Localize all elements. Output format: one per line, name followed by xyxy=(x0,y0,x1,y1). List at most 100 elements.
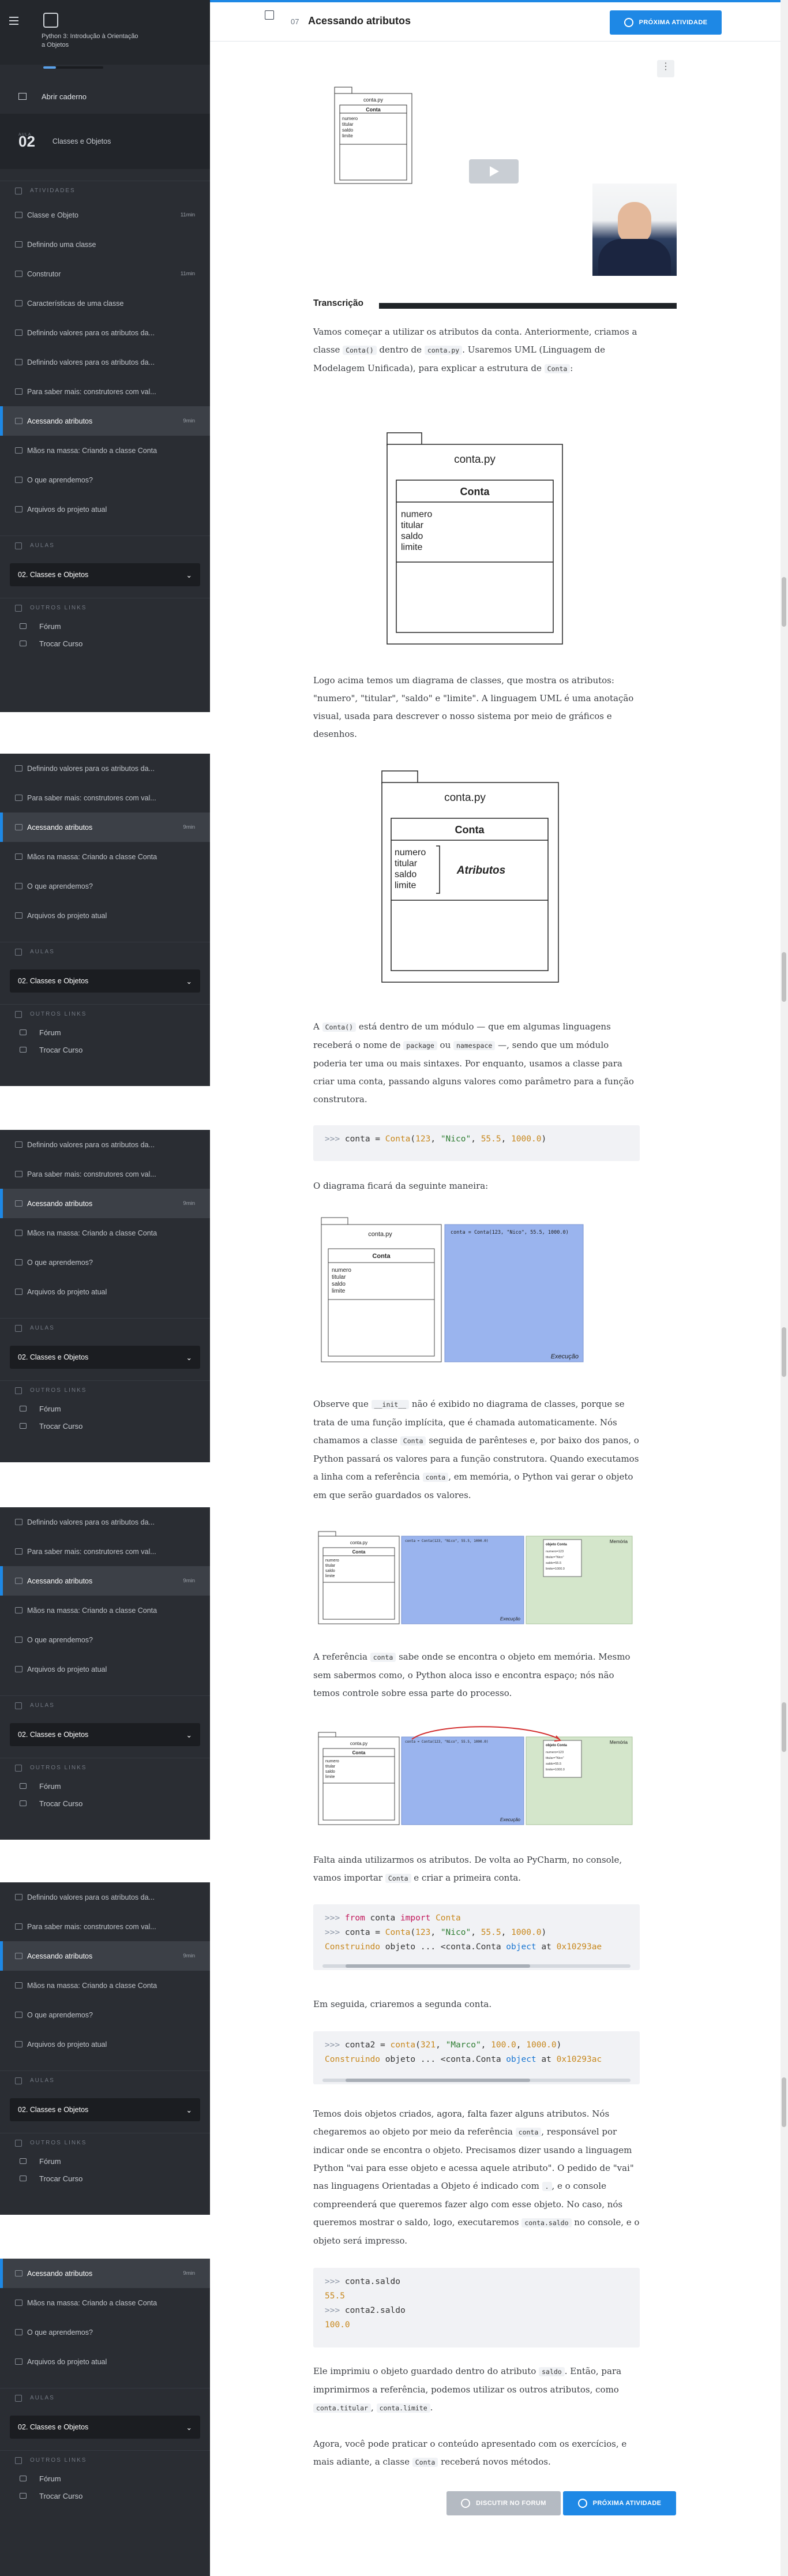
sidebar-item[interactable]: Construtor 11min xyxy=(0,259,210,289)
sidebar-item[interactable]: Para saber mais: construtores com val... xyxy=(0,1912,210,1941)
switch-course-link[interactable]: Trocar Curso xyxy=(0,2487,210,2504)
sidebar-item-active[interactable]: Acessando atributos 9min xyxy=(0,1566,210,1596)
scrollbar-thumb[interactable] xyxy=(782,1702,786,1752)
menu-icon[interactable] xyxy=(9,17,18,25)
sidebar-item[interactable]: Arquivos do projeto atual xyxy=(0,2030,210,2059)
sidebar-panel: Definindo valores para os atributos da..… xyxy=(0,754,210,1086)
chapter-select[interactable]: 02. Classes e Objetos ⌄ xyxy=(10,1346,200,1369)
chapter-select[interactable]: 02. Classes e Objetos ⌄ xyxy=(10,2098,200,2121)
forum-icon xyxy=(20,2476,27,2481)
chevron-down-icon: ⌄ xyxy=(186,2423,192,2432)
sidebar-item[interactable]: Definindo valores para os atributos da..… xyxy=(0,754,210,783)
sidebar-item[interactable]: Definindo valores para os atributos da..… xyxy=(0,347,210,377)
svg-text:conta.py: conta.py xyxy=(454,454,496,466)
sidebar-item[interactable]: Mãos na massa: Criando a classe Conta xyxy=(0,1218,210,1248)
sidebar-item-active[interactable]: Acessando atributos 9min xyxy=(0,1189,210,1218)
forum-link[interactable]: Fórum xyxy=(0,1777,210,1795)
sidebar-item[interactable]: Características de uma classe xyxy=(0,289,210,318)
forum-link[interactable]: Fórum xyxy=(0,2470,210,2487)
sidebar-item[interactable]: O que aprendemos? xyxy=(0,2000,210,2030)
play-button[interactable] xyxy=(469,159,519,184)
switch-course-link[interactable]: Trocar Curso xyxy=(0,2170,210,2187)
sidebar-item[interactable]: Arquivos do projeto atual xyxy=(0,495,210,524)
options-icon[interactable]: ⋮ xyxy=(657,60,674,77)
sidebar-item-active[interactable]: Acessando atributos 9min xyxy=(0,1941,210,1971)
sidebar-item[interactable]: O que aprendemos? xyxy=(0,871,210,901)
sidebar-item[interactable]: Para saber mais: construtores com val... xyxy=(0,1159,210,1189)
video-icon xyxy=(15,212,22,218)
next-activity-button-bottom[interactable]: PRÓXIMA ATIVIDADE xyxy=(563,2491,676,2515)
forum-link[interactable]: Fórum xyxy=(0,1400,210,1417)
sidebar-item-active[interactable]: Acessando atributos 9min xyxy=(0,406,210,436)
sidebar-item[interactable]: Arquivos do projeto atual xyxy=(0,1277,210,1306)
heading-rule xyxy=(379,303,677,309)
horizontal-scrollbar[interactable] xyxy=(322,2079,631,2082)
chapter-select[interactable]: 02. Classes e Objetos ⌄ xyxy=(10,969,200,993)
execution-diagram: conta.py Conta numero titular saldo limi… xyxy=(321,1217,584,1362)
transcript-paragraph: O diagrama ficará da seguinte maneira: xyxy=(313,1181,489,1191)
sidebar-item[interactable]: Definindo valores para os atributos da..… xyxy=(0,1130,210,1159)
sidebar-item[interactable]: Para saber mais: construtores com val... xyxy=(0,1537,210,1566)
sidebar-item[interactable]: Arquivos do projeto atual xyxy=(0,901,210,930)
sidebar-item[interactable]: Para saber mais: construtores com val... xyxy=(0,783,210,813)
scrollbar-thumb[interactable] xyxy=(782,952,786,1002)
scrollbar-thumb[interactable] xyxy=(782,1327,786,1377)
svg-text:numero: numero xyxy=(332,1267,351,1274)
sidebar-item-active[interactable]: Acessando atributos 9min xyxy=(0,813,210,842)
sidebar-item[interactable]: Mãos na massa: Criando a classe Conta xyxy=(0,1971,210,2000)
svg-text:titular: titular xyxy=(401,521,424,530)
sidebar-item[interactable]: Mãos na massa: Criando a classe Conta xyxy=(0,436,210,465)
discuss-forum-button[interactable]: DISCUTIR NO FORUM xyxy=(446,2491,561,2515)
svg-text:numero=123: numero=123 xyxy=(546,1550,564,1553)
scrollbar-thumb[interactable] xyxy=(782,2077,786,2127)
svg-text:Execução: Execução xyxy=(500,1817,521,1822)
transcript-paragraph: Observe que __init__ não é exibido no di… xyxy=(313,1399,639,1500)
sidebar-item[interactable]: Mãos na massa: Criando a classe Conta xyxy=(0,1596,210,1625)
sidebar-item[interactable]: O que aprendemos? xyxy=(0,465,210,495)
page-scrollbar[interactable] xyxy=(781,0,788,2576)
uml-attributes-diagram: conta.py Conta numero titular saldo limi… xyxy=(381,770,559,983)
sidebar-item[interactable]: Mãos na massa: Criando a classe Conta xyxy=(0,842,210,871)
sidebar-panel: Definindo valores para os atributos da..… xyxy=(0,1882,210,2215)
forum-link[interactable]: Fórum xyxy=(0,617,210,635)
activities-icon xyxy=(15,187,22,194)
forum-link[interactable]: Fórum xyxy=(0,1024,210,1041)
sidebar-item[interactable]: Para saber mais: construtores com val... xyxy=(0,377,210,406)
aulas-section-header: AULAS xyxy=(0,942,210,961)
sidebar-item[interactable]: Definindo valores para os atributos da..… xyxy=(0,318,210,347)
chapter-select[interactable]: 02. Classes e Objetos ⌄ xyxy=(10,2416,200,2439)
svg-text:conta.py: conta.py xyxy=(350,1540,367,1545)
svg-text:Conta: Conta xyxy=(352,1750,366,1755)
sidebar-item[interactable]: Definindo valores para os atributos da..… xyxy=(0,1882,210,1912)
switch-course-link[interactable]: Trocar Curso xyxy=(0,1417,210,1435)
course-title[interactable]: Python 3: Introdução à Orientação a Obje… xyxy=(42,32,180,50)
chapter-select[interactable]: 02. Classes e Objetos ⌄ xyxy=(10,1723,200,1746)
open-notebook-link[interactable]: Abrir caderno xyxy=(0,79,210,114)
exercise-icon xyxy=(15,2300,22,2306)
sidebar-item-active[interactable]: Acessando atributos 9min xyxy=(0,2259,210,2288)
chevron-down-icon: ⌄ xyxy=(186,571,192,579)
sidebar-item[interactable]: Classe e Objeto 11min xyxy=(0,200,210,230)
switch-course-link[interactable]: Trocar Curso xyxy=(0,635,210,652)
video-player[interactable]: ⋮ conta.py Conta numero titular saldo li… xyxy=(317,57,677,276)
switch-course-link[interactable]: Trocar Curso xyxy=(0,1795,210,1812)
sidebar-item[interactable]: Arquivos do projeto atual xyxy=(0,2347,210,2376)
scrollbar-thumb[interactable] xyxy=(782,577,786,627)
sidebar-item[interactable]: Arquivos do projeto atual xyxy=(0,1654,210,1684)
sidebar-item[interactable]: Definindo uma classe xyxy=(0,230,210,259)
video-icon xyxy=(15,824,22,830)
sidebar-item[interactable]: Definindo valores para os atributos da..… xyxy=(0,1507,210,1537)
next-activity-button[interactable]: PRÓXIMA ATIVIDADE xyxy=(610,10,722,35)
svg-text:Memória: Memória xyxy=(610,1539,628,1544)
horizontal-scrollbar[interactable] xyxy=(322,1964,631,1968)
exercise-icon xyxy=(15,1666,22,1672)
forum-link[interactable]: Fórum xyxy=(0,2152,210,2170)
sidebar-item[interactable]: O que aprendemos? xyxy=(0,1625,210,1654)
exercise-icon xyxy=(15,1519,22,1525)
sidebar-item[interactable]: O que aprendemos? xyxy=(0,2317,210,2347)
current-chapter: AULA 02 Classes e Objetos xyxy=(0,114,210,169)
sidebar-item[interactable]: Mãos na massa: Criando a classe Conta xyxy=(0,2288,210,2317)
switch-course-link[interactable]: Trocar Curso xyxy=(0,1041,210,1058)
chapter-select[interactable]: 02. Classes e Objetos ⌄ xyxy=(10,563,200,586)
sidebar-item[interactable]: O que aprendemos? xyxy=(0,1248,210,1277)
